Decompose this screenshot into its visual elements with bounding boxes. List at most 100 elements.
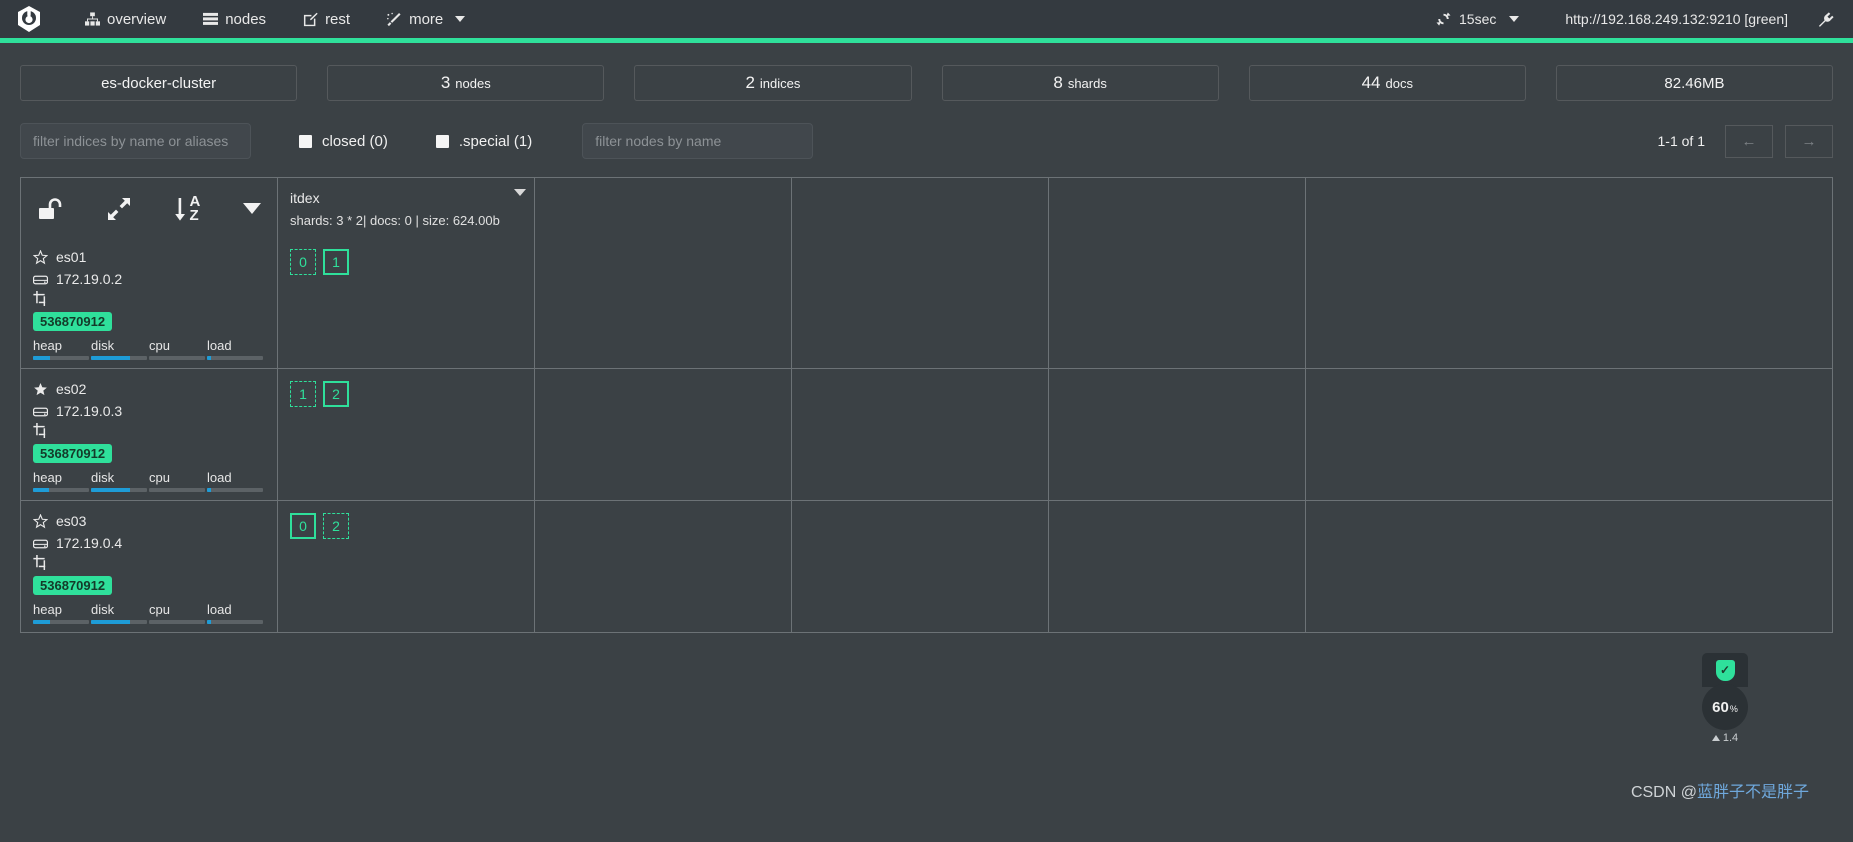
node-name-line[interactable]: es02: [33, 379, 265, 400]
shard-box-primary[interactable]: 1: [323, 249, 349, 275]
index-name: itdex: [290, 190, 320, 206]
shard-box-primary[interactable]: 2: [323, 381, 349, 407]
metric-load: load: [207, 602, 265, 624]
metric-track: [33, 488, 89, 492]
top-navigation-bar: overview nodes rest more 15sec http://19…: [0, 0, 1853, 38]
special-indices-checkbox[interactable]: [435, 134, 449, 148]
edit-square-icon: [302, 11, 318, 27]
grid-header-row: A Z itdex shards: 3 * 2| docs: 0 | size:…: [21, 178, 1832, 237]
watermark-prefix: CSDN @: [1630, 784, 1697, 801]
nav-item-more[interactable]: more: [368, 11, 483, 28]
shard-box-replica[interactable]: 2: [323, 513, 349, 539]
star-outline-icon[interactable]: [33, 514, 48, 529]
nav-item-nodes[interactable]: nodes: [184, 11, 284, 28]
nav-item-overview[interactable]: overview: [66, 11, 184, 28]
stat-card-store-size: 82.46MB: [1555, 65, 1834, 101]
star-filled-icon[interactable]: [33, 382, 48, 397]
indices-count-label: indices: [759, 75, 801, 91]
shard-cell-es02: 12: [278, 369, 535, 500]
shard-cell-es01: 01: [278, 237, 535, 368]
node-ip-line: 172.19.0.4: [33, 533, 265, 554]
metric-cpu: cpu: [149, 338, 207, 360]
pagination-count: 1-1 of 1: [1657, 133, 1705, 149]
server-rack-icon: [202, 11, 218, 27]
metric-disk: disk: [91, 602, 149, 624]
nav-item-rest[interactable]: rest: [284, 11, 368, 28]
pagination-next-button[interactable]: →: [1785, 124, 1833, 158]
nav-item-rest-label: rest: [325, 10, 351, 28]
grid-header-controls-cell: A Z: [21, 178, 278, 237]
heap-size-badge: 536870912: [33, 312, 113, 331]
pagination-controls: 1-1 of 1 ← →: [1657, 124, 1833, 158]
refresh-interval-selector[interactable]: 15sec: [1419, 11, 1535, 27]
metric-label: disk: [91, 470, 115, 485]
metric-label: cpu: [149, 338, 170, 353]
expand-arrows-icon[interactable]: [106, 196, 132, 222]
refresh-interval-label: 15sec: [1459, 11, 1497, 27]
index-menu-caret-icon[interactable]: [514, 189, 526, 196]
metric-label: cpu: [149, 602, 170, 617]
index-header-cell-itdex[interactable]: itdex shards: 3 * 2| docs: 0 | size: 624…: [278, 178, 535, 237]
plug-icon[interactable]: [1810, 11, 1835, 28]
index-meta: shards: 3 * 2| docs: 0 | size: 624.00b: [290, 213, 500, 228]
hdd-icon: [33, 274, 48, 286]
grid-empty-cell: [792, 237, 1049, 368]
table-row: es02 172.19.0.3 536870912 heap disk cpu load 1 2: [21, 368, 1832, 500]
shard-number: 1: [299, 386, 307, 402]
node-filter-wrapper: [582, 123, 814, 159]
shard-box-primary[interactable]: 0: [290, 513, 316, 539]
grid-empty-cell: [1306, 501, 1832, 632]
unlock-icon[interactable]: [37, 196, 63, 222]
security-trend-value: 1.4: [1722, 732, 1739, 744]
metric-disk: disk: [91, 470, 149, 492]
metric-fill: [33, 488, 49, 492]
filter-row: closed (0) .special (1) 1-1 of 1 ← →: [20, 123, 1833, 159]
sort-alpha-asc-icon[interactable]: A Z: [174, 194, 200, 222]
index-filter-input[interactable]: [20, 123, 251, 159]
metric-cpu: cpu: [149, 470, 207, 492]
metric-label: load: [207, 602, 232, 617]
nav-right-group: 15sec http://192.168.249.132:9210 [green…: [1419, 11, 1835, 28]
shard-box-replica[interactable]: 1: [290, 381, 316, 407]
caret-down-icon[interactable]: [243, 203, 261, 214]
cluster-grid: A Z itdex shards: 3 * 2| docs: 0 | size:…: [20, 177, 1833, 633]
node-metrics: heap disk cpu load: [33, 338, 265, 360]
node-name: es02: [56, 381, 87, 397]
stat-card-indices: 2 indices: [634, 65, 912, 101]
crop-icon: [33, 555, 48, 570]
node-cell-es01: es01 172.19.0.2 536870912 heap disk cpu load: [21, 237, 278, 368]
closed-indices-checkbox-wrapper[interactable]: closed (0): [299, 133, 388, 150]
health-status-bar: [0, 38, 1853, 43]
cluster-url-label[interactable]: http://192.168.249.132:9210 [green]: [1535, 11, 1810, 27]
metric-track: [207, 488, 263, 492]
grid-empty-cell: [1049, 237, 1306, 368]
shard-cell-es03: 02: [278, 501, 535, 632]
nav-item-more-label: more: [409, 10, 444, 28]
metric-fill: [207, 620, 212, 624]
metric-fill: [91, 488, 131, 492]
shard-number: 1: [332, 254, 340, 270]
node-name-line[interactable]: es03: [33, 511, 265, 532]
node-filter-input[interactable]: [582, 123, 814, 159]
shard-box-replica[interactable]: 0: [290, 249, 316, 275]
metric-track: [91, 488, 147, 492]
cerebro-logo[interactable]: [14, 4, 44, 34]
star-outline-icon[interactable]: [33, 250, 48, 265]
pagination-prev-button[interactable]: ←: [1725, 124, 1773, 158]
nav-item-overview-label: overview: [107, 10, 167, 28]
closed-indices-checkbox[interactable]: [299, 134, 312, 148]
special-indices-checkbox-wrapper[interactable]: .special (1): [435, 133, 532, 150]
grid-header-empty-cell: [1306, 178, 1832, 237]
security-score-widget[interactable]: ✓ 60 % 1.4: [1702, 653, 1748, 744]
watermark: CSDN @蓝胖子不是胖子: [1631, 778, 1809, 802]
node-metrics: heap disk cpu load: [33, 470, 265, 492]
security-score-gauge: 60 %: [1702, 684, 1748, 730]
stat-card-shards: 8 shards: [941, 65, 1219, 101]
metric-label: disk: [91, 602, 115, 617]
node-ip-line: 172.19.0.3: [33, 401, 265, 422]
main-content: es-docker-cluster 3 nodes 2 indices 8 sh…: [0, 65, 1853, 633]
node-name-line[interactable]: es01: [33, 247, 265, 268]
sitemap-icon: [84, 11, 100, 27]
grid-header-empty-cell: [792, 178, 1049, 237]
nav-items: overview nodes rest more: [66, 11, 483, 28]
